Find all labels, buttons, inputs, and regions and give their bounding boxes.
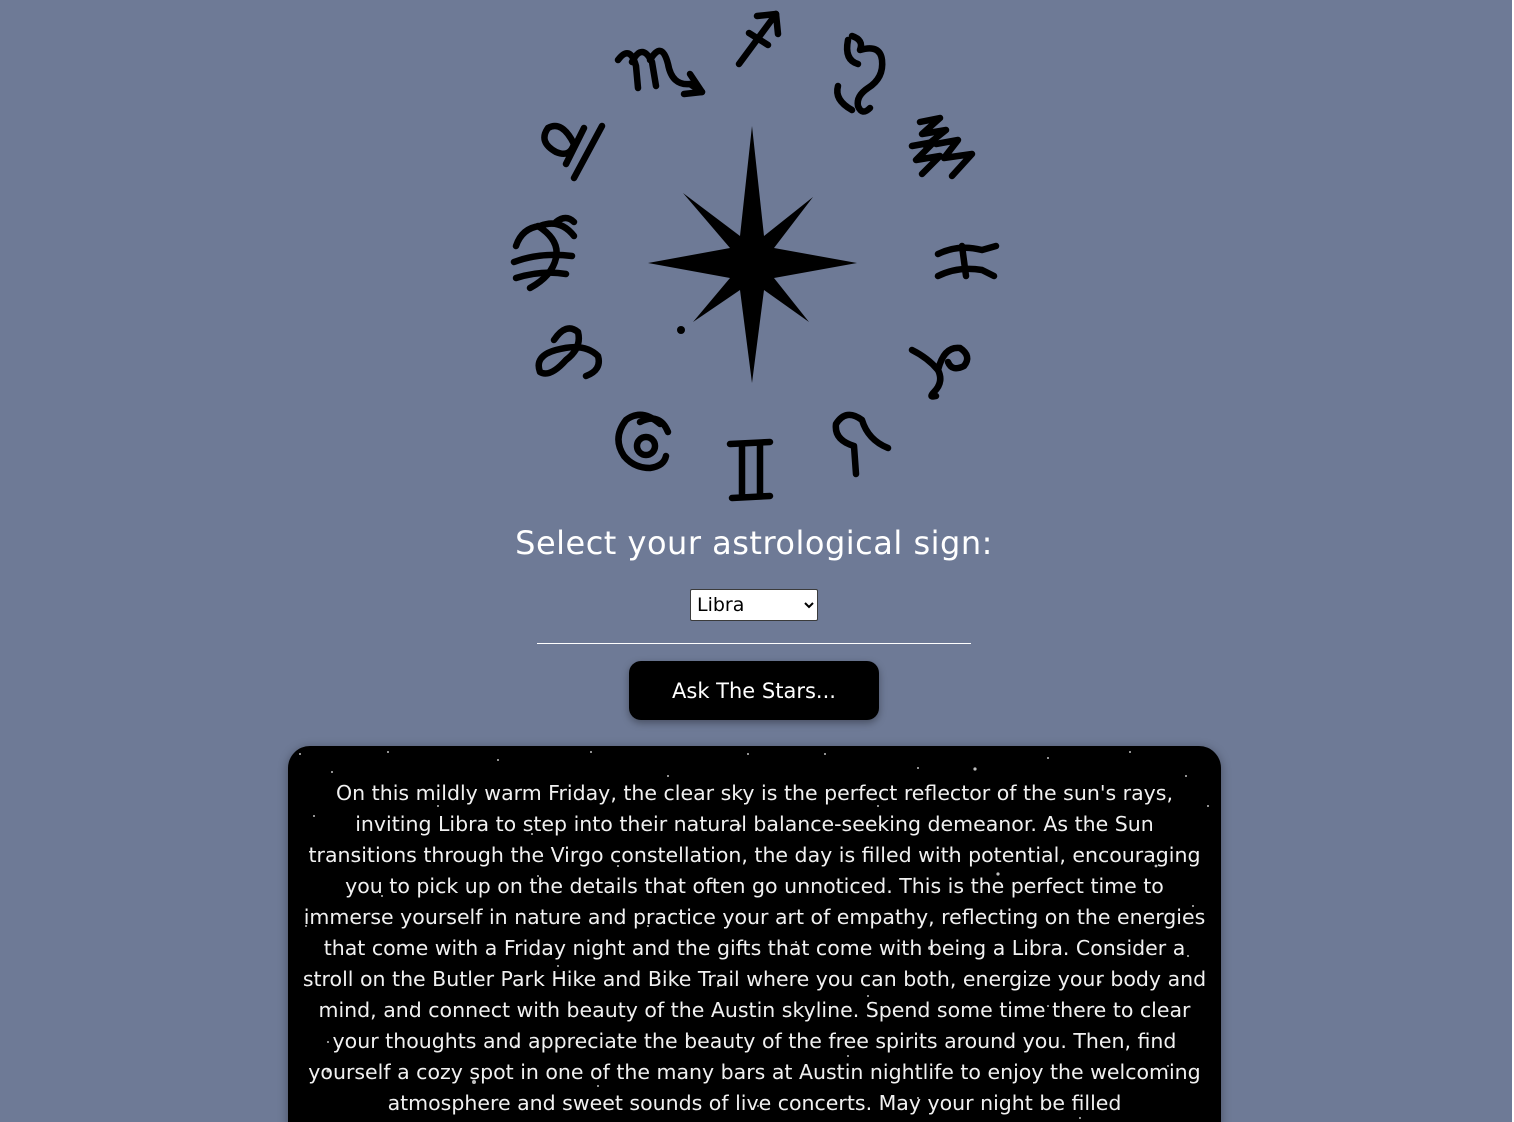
aries-icon bbox=[908, 344, 971, 400]
sign-select[interactable]: Libra bbox=[690, 589, 818, 621]
leo-icon bbox=[541, 122, 606, 182]
sagittarius-icon bbox=[735, 10, 782, 68]
ask-the-stars-button[interactable]: Ask The Stars... bbox=[629, 661, 879, 720]
eight-point-star-icon bbox=[648, 126, 857, 383]
pisces-icon bbox=[934, 242, 1000, 280]
leo-swirl-icon bbox=[535, 325, 602, 380]
scorpio-icon bbox=[614, 47, 706, 98]
taurus-icon bbox=[832, 411, 892, 478]
sign-prompt: Select your astrological sign: bbox=[515, 524, 993, 562]
capricorn-icon bbox=[834, 32, 886, 115]
horoscope-text: On this mildly warm Friday, the clear sk… bbox=[302, 781, 1207, 1115]
zodiac-wheel bbox=[0, 0, 1514, 510]
divider bbox=[537, 643, 971, 644]
gemini-icon bbox=[726, 438, 774, 502]
cancer-icon bbox=[615, 411, 672, 472]
virgo-icon bbox=[510, 214, 578, 292]
aquarius-icon bbox=[908, 114, 976, 180]
horoscope-reading-card: On this mildly warm Friday, the clear sk… bbox=[288, 746, 1221, 1122]
sign-select-wrapper: Libra bbox=[690, 589, 818, 621]
